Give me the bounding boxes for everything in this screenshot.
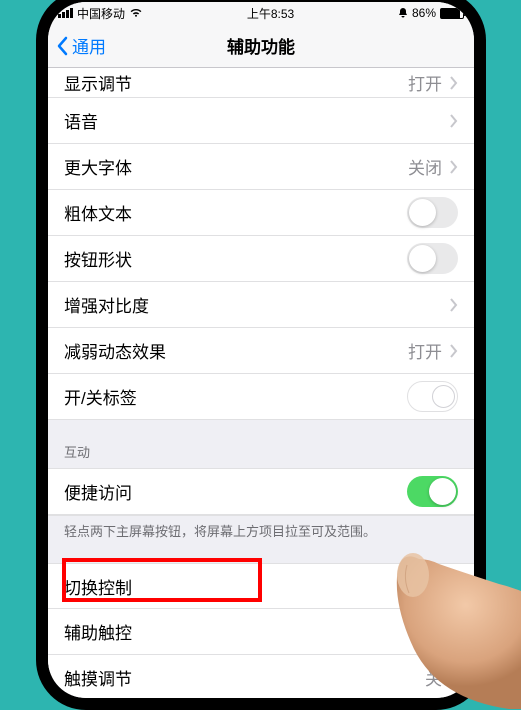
alarm-icon bbox=[398, 7, 408, 19]
settings-list[interactable]: 显示调节 打开 语音 更大字体 关闭 粗体文本 按钮形状 bbox=[48, 68, 474, 698]
phone-frame: 中国移动 上午8:53 86% 通用 bbox=[36, 0, 486, 710]
row-larger-text[interactable]: 更大字体 关闭 bbox=[48, 144, 474, 190]
row-bold-text[interactable]: 粗体文本 bbox=[48, 190, 474, 236]
chevron-right-icon bbox=[450, 160, 458, 174]
battery-pct-label: 86% bbox=[412, 6, 436, 20]
row-touch-accommodations[interactable]: 触摸调节 关 bbox=[48, 655, 474, 698]
cell-label: 更大字体 bbox=[64, 154, 408, 179]
cell-label: 语音 bbox=[64, 108, 442, 133]
cell-label: 减弱动态效果 bbox=[64, 338, 408, 363]
cell-label: 便捷访问 bbox=[64, 479, 407, 504]
chevron-right-icon bbox=[450, 344, 458, 358]
chevron-right-icon bbox=[450, 114, 458, 128]
row-reduce-motion[interactable]: 减弱动态效果 打开 bbox=[48, 328, 474, 374]
section-header-interaction: 互动 bbox=[48, 420, 474, 469]
cell-label: 辅助触控 bbox=[64, 619, 442, 644]
chevron-left-icon bbox=[56, 36, 68, 56]
toggle-bold-text[interactable] bbox=[407, 197, 458, 228]
cell-value: 关闭 bbox=[408, 574, 442, 599]
cell-label: 按钮形状 bbox=[64, 246, 407, 271]
carrier-label: 中国移动 bbox=[77, 5, 125, 22]
row-increase-contrast[interactable]: 增强对比度 bbox=[48, 282, 474, 328]
row-on-off-labels[interactable]: 开/关标签 bbox=[48, 374, 474, 420]
cell-value: 打开 bbox=[408, 338, 442, 363]
cell-value: 关闭 bbox=[408, 154, 442, 179]
row-reachability[interactable]: 便捷访问 bbox=[48, 469, 474, 515]
cell-label: 显示调节 bbox=[64, 70, 408, 95]
cell-label: 粗体文本 bbox=[64, 200, 407, 225]
time-label: 上午8:53 bbox=[247, 5, 294, 22]
screen: 中国移动 上午8:53 86% 通用 bbox=[48, 2, 474, 698]
cell-label: 开/关标签 bbox=[64, 384, 407, 409]
status-bar: 中国移动 上午8:53 86% bbox=[48, 2, 474, 24]
back-button[interactable]: 通用 bbox=[48, 33, 106, 58]
battery-icon bbox=[440, 8, 464, 19]
section-footer-reachability: 轻点两下主屏幕按钮，将屏幕上方项目拉至可及范围。 bbox=[48, 515, 474, 563]
row-assistive-touch[interactable]: 辅助触控 bbox=[48, 609, 474, 655]
row-button-shapes[interactable]: 按钮形状 bbox=[48, 236, 474, 282]
chevron-right-icon bbox=[450, 579, 458, 593]
row-switch-control[interactable]: 切换控制 关闭 bbox=[48, 563, 474, 609]
row-display-adjust[interactable]: 显示调节 打开 bbox=[48, 68, 474, 98]
signal-icon bbox=[58, 8, 73, 18]
cell-label: 切换控制 bbox=[64, 574, 408, 599]
chevron-right-icon bbox=[450, 298, 458, 312]
toggle-reachability[interactable] bbox=[407, 476, 458, 507]
cell-value: 打开 bbox=[408, 70, 442, 95]
nav-bar: 通用 辅助功能 bbox=[48, 24, 474, 68]
back-label: 通用 bbox=[72, 33, 106, 58]
cell-label: 增强对比度 bbox=[64, 292, 442, 317]
row-speech[interactable]: 语音 bbox=[48, 98, 474, 144]
chevron-right-icon bbox=[450, 76, 458, 90]
page-title: 辅助功能 bbox=[48, 33, 474, 58]
toggle-on-off-labels[interactable] bbox=[407, 381, 458, 412]
toggle-button-shapes[interactable] bbox=[407, 243, 458, 274]
wifi-icon bbox=[129, 8, 143, 18]
chevron-right-icon bbox=[450, 625, 458, 639]
chevron-right-icon bbox=[450, 671, 458, 685]
